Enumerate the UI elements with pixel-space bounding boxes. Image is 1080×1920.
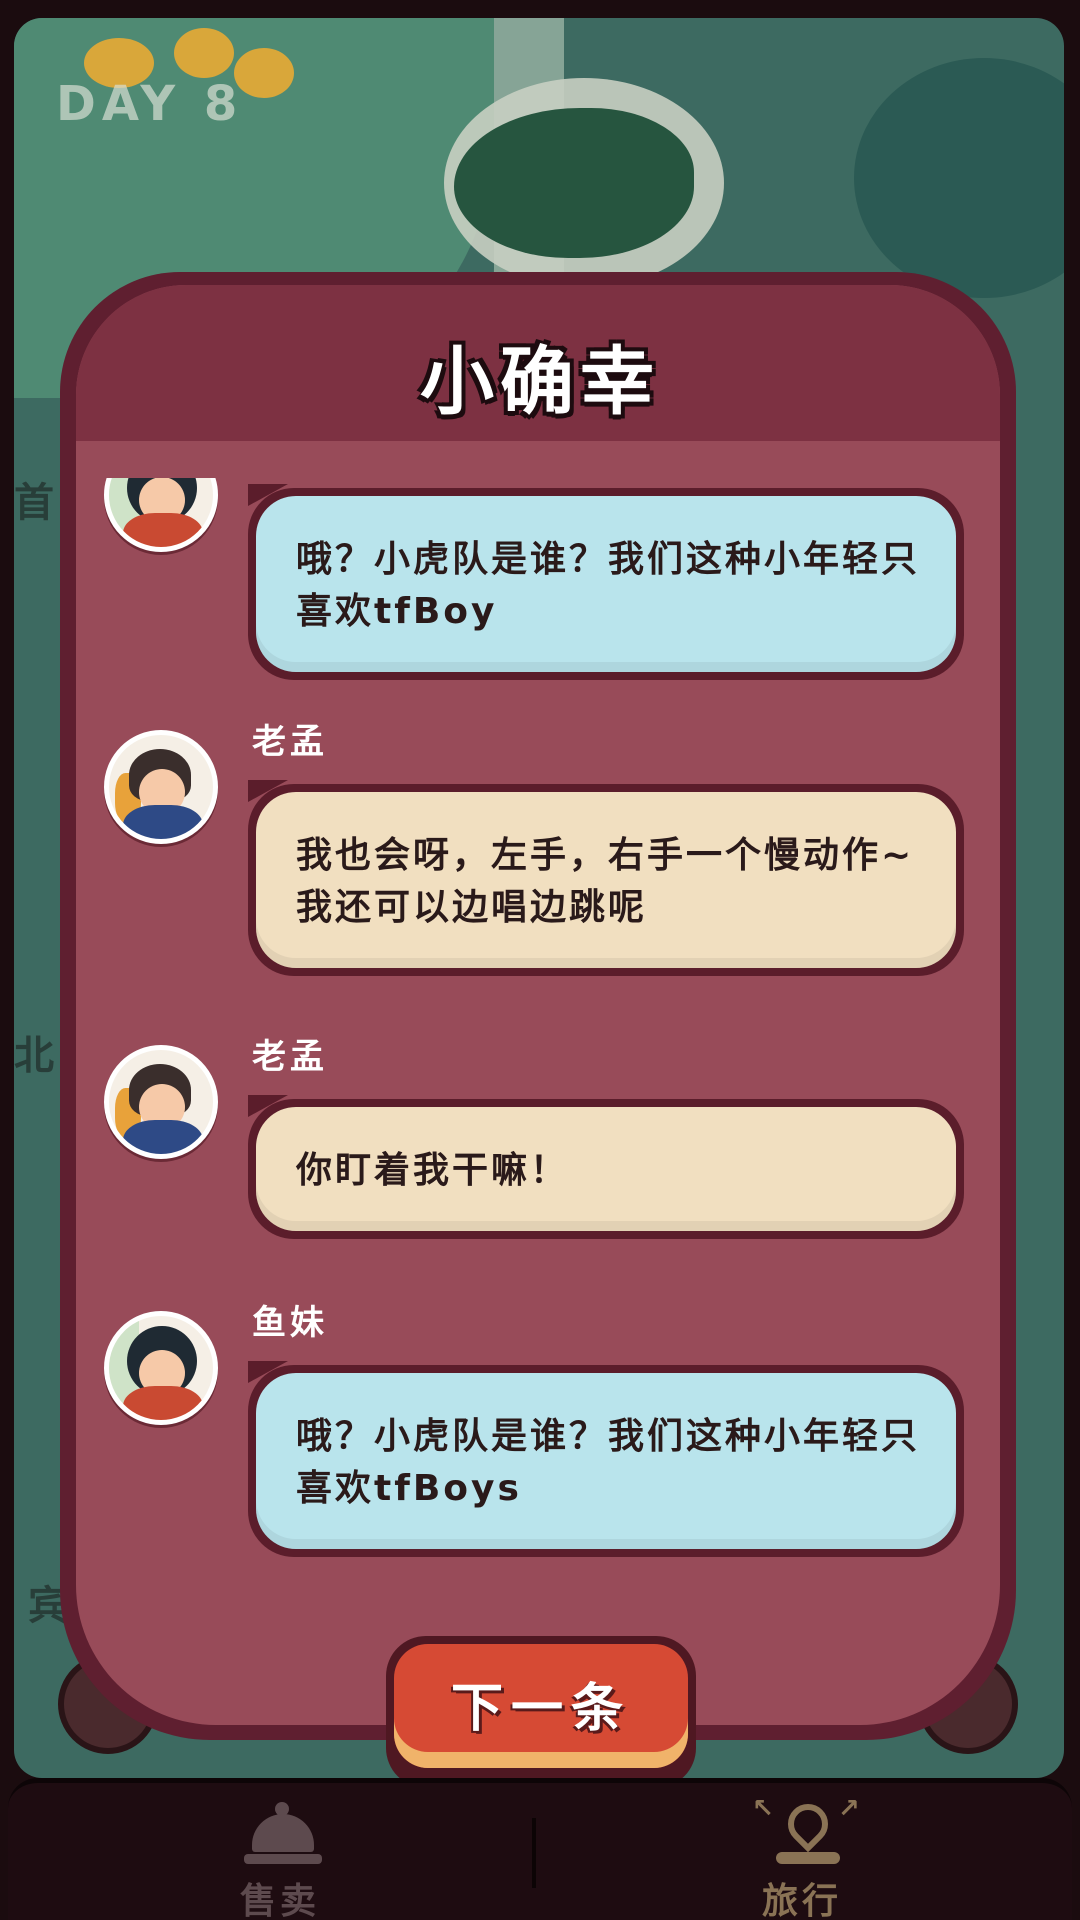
map-place-label: 北: [14, 1033, 54, 1079]
next-button-face: 下一条: [394, 1644, 688, 1768]
service-bell-icon: [244, 1800, 322, 1870]
avatar-yumei: [104, 1311, 218, 1425]
speech-bubble: 我也会呀，左手，右手一个慢动作~我还可以边唱边跳呢: [248, 780, 964, 976]
tab-travel[interactable]: ↖ ↗ 旅行: [702, 1794, 902, 1920]
avatar-laomeng: [104, 1045, 218, 1159]
tab-travel-label: 旅行: [761, 1881, 842, 1920]
chat-log[interactable]: 哦？小虎队是谁？我们这种小年轻只喜欢tfBoy 老孟 我也会呀，左手，右手一个慢…: [76, 478, 1000, 1568]
next-button-label: 下一条: [450, 1679, 631, 1739]
map-lake-area: [854, 58, 1064, 298]
speech-bubble: 哦？小虎队是谁？我们这种小年轻只喜欢tfBoy: [248, 484, 964, 680]
map-island-grass: [454, 108, 694, 258]
dialog-title: 小确幸: [420, 339, 660, 425]
speaker-name: 老孟: [252, 1037, 328, 1077]
speaker-name: 鱼妹: [252, 1303, 328, 1343]
next-message-button[interactable]: 下一条: [386, 1636, 696, 1788]
message-text: 我也会呀，左手，右手一个慢动作~我还可以边唱边跳呢: [256, 792, 956, 968]
message-text: 你盯着我干嘛！: [256, 1107, 956, 1231]
tab-sell[interactable]: 售卖: [180, 1794, 380, 1920]
speaker-name: 老孟: [252, 722, 328, 762]
speech-bubble: 你盯着我干嘛！: [248, 1095, 964, 1239]
avatar-yumei: [104, 478, 218, 552]
map-place-label: 首: [14, 480, 54, 526]
bottom-nav-divider: [532, 1818, 536, 1888]
bottom-nav-bar: [8, 1778, 1072, 1920]
day-counter: DAY 8: [56, 76, 244, 132]
speech-bubble: 哦？小虎队是谁？我们这种小年轻只喜欢tfBoys: [248, 1361, 964, 1557]
tree-icon: [174, 28, 234, 78]
message-text: 哦？小虎队是谁？我们这种小年轻只喜欢tfBoy: [256, 496, 956, 672]
game-screen: DAY 8 首 北 宾 小确幸 哦？小虎队是谁？我们这种小年轻只喜欢tfBoy …: [0, 0, 1080, 1920]
travel-pin-icon: ↖ ↗: [752, 1794, 862, 1872]
message-text: 哦？小虎队是谁？我们这种小年轻只喜欢tfBoys: [256, 1373, 956, 1549]
tab-sell-label: 售卖: [239, 1881, 320, 1920]
avatar-laomeng: [104, 730, 218, 844]
